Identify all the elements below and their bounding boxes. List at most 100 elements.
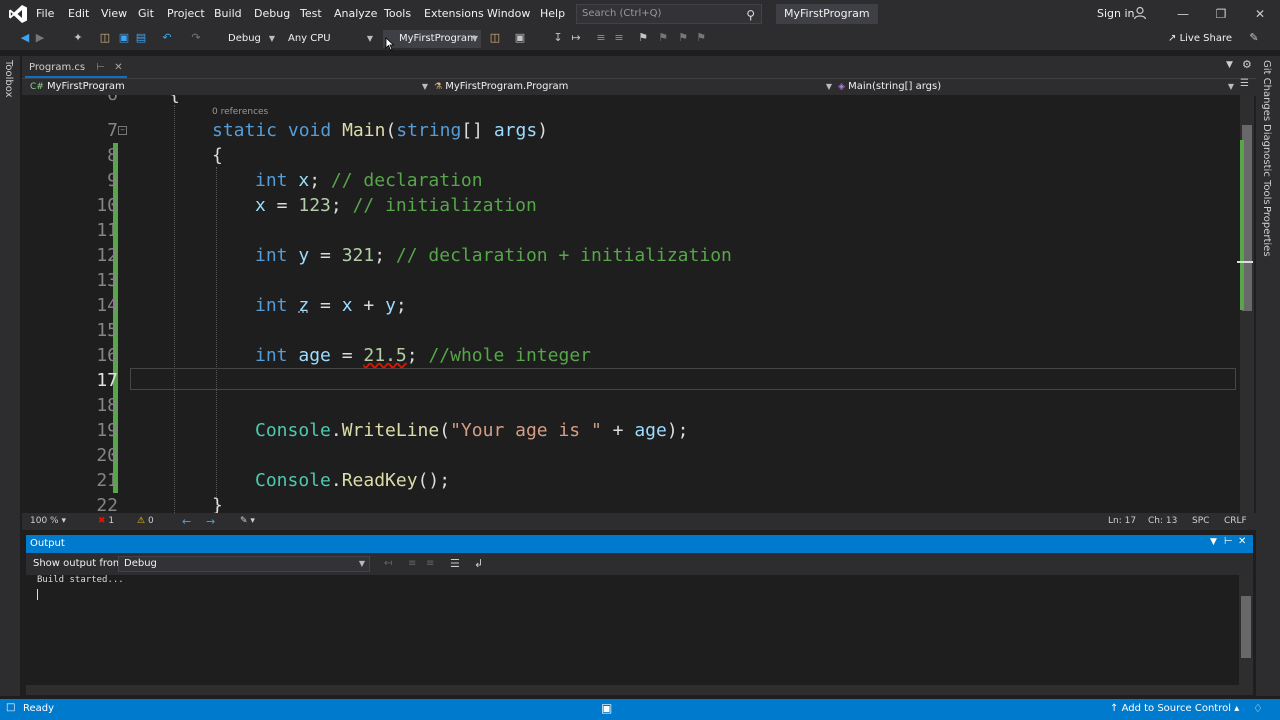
- menu-analyze[interactable]: Analyze: [329, 0, 382, 28]
- redo-icon[interactable]: ↷: [189, 31, 203, 45]
- notification-bell-icon[interactable]: ♢: [1253, 702, 1263, 715]
- tab-program-cs[interactable]: Program.cs ⊢ ✕: [25, 60, 127, 78]
- line-number: 11: [96, 220, 118, 241]
- next-message-icon[interactable]: ≡: [426, 558, 434, 569]
- step-over-icon[interactable]: ↦: [569, 31, 583, 45]
- diagnostic-tools-tab[interactable]: Diagnostic Tools: [1261, 124, 1272, 205]
- git-changes-tab[interactable]: Git Changes: [1261, 60, 1272, 121]
- warnings-indicator[interactable]: ⚠ 0: [137, 513, 154, 530]
- prev-message-icon[interactable]: ≡: [408, 558, 416, 569]
- browser-icon[interactable]: ▣: [513, 31, 527, 45]
- maximize-button[interactable]: ❐: [1201, 0, 1241, 28]
- nav-forward-icon[interactable]: →: [206, 513, 215, 530]
- output-panel-title: Output: [30, 538, 65, 549]
- line-indicator[interactable]: Ln: 17: [1108, 513, 1136, 530]
- properties-tab[interactable]: Properties: [1261, 206, 1272, 257]
- platform-dropdown[interactable]: Any CPU ▼: [282, 30, 376, 48]
- method-name: ReadKey: [341, 470, 418, 491]
- project-dropdown[interactable]: C# MyFirstProgram ▼: [30, 79, 428, 94]
- menu-file[interactable]: File: [31, 0, 59, 28]
- sign-in-link[interactable]: Sign in: [1097, 0, 1135, 28]
- menu-extensions[interactable]: Extensions: [419, 0, 489, 28]
- back-nav-icon[interactable]: ◀: [18, 31, 32, 45]
- visual-studio-logo-icon[interactable]: [8, 4, 28, 24]
- class-dropdown[interactable]: ⚗ MyFirstProgram.Program ▼: [434, 79, 832, 94]
- prev-bookmark-icon[interactable]: ⚑: [656, 31, 670, 45]
- clear-all-icon[interactable]: ☰: [450, 557, 460, 570]
- open-folder-icon[interactable]: ◫: [98, 31, 112, 45]
- toolbox-strip[interactable]: Toolbox: [0, 56, 20, 696]
- pin-panel-icon[interactable]: ⊢: [1224, 536, 1233, 547]
- zoom-dropdown[interactable]: 100 % ▾: [30, 513, 66, 530]
- menu-git[interactable]: Git: [133, 0, 159, 28]
- menu-help[interactable]: Help: [535, 0, 570, 28]
- menu-test[interactable]: Test: [295, 0, 327, 28]
- code-cleanup-icon[interactable]: ✎ ▾: [240, 513, 255, 530]
- tab-list-dropdown-icon[interactable]: ▼: [1226, 60, 1233, 70]
- parameter: args: [493, 120, 538, 141]
- code-line: static void Main(string[] args): [212, 120, 548, 141]
- find-message-icon[interactable]: ↤: [384, 558, 392, 569]
- minimize-button[interactable]: —: [1163, 0, 1203, 28]
- close-panel-icon[interactable]: ✕: [1238, 536, 1246, 547]
- pin-icon[interactable]: ⊢: [96, 62, 105, 73]
- indent-mode[interactable]: SPC: [1192, 513, 1209, 530]
- nav-project: MyFirstProgram: [47, 81, 125, 92]
- save-icon[interactable]: ▣: [117, 31, 131, 45]
- clear-bookmarks-icon[interactable]: ⚑: [694, 31, 708, 45]
- toolbox-tab[interactable]: Toolbox: [3, 60, 14, 98]
- menu-edit[interactable]: Edit: [63, 0, 94, 28]
- column-indicator[interactable]: Ch: 13: [1148, 513, 1177, 530]
- new-project-icon[interactable]: ✦: [71, 31, 85, 45]
- close-tab-icon[interactable]: ✕: [114, 62, 122, 73]
- live-share-button[interactable]: ↗ Live Share: [1168, 30, 1232, 48]
- code-editor[interactable]: – 0 references 6 7 8 9 10 11 12 13 14 15…: [22, 95, 1240, 513]
- save-all-icon[interactable]: ▤: [134, 31, 148, 45]
- bookmark-icon[interactable]: ⚑: [636, 31, 650, 45]
- account-icon[interactable]: [1133, 6, 1147, 20]
- zoom-level: 100 %: [30, 516, 59, 526]
- member-dropdown[interactable]: ◈ Main(string[] args) ▼: [838, 79, 1234, 94]
- output-horizontal-scrollbar[interactable]: [26, 685, 1253, 695]
- comment-icon[interactable]: ≡: [594, 31, 608, 45]
- solution-explorer-icon[interactable]: ◫: [488, 31, 502, 45]
- close-button[interactable]: ✕: [1240, 0, 1280, 28]
- punct: .: [330, 470, 342, 491]
- notifications-panel-icon[interactable]: ▣: [601, 701, 612, 715]
- line-number: 22: [96, 495, 118, 513]
- output-scroll-thumb[interactable]: [1241, 596, 1251, 658]
- uncomment-icon[interactable]: ≡: [612, 31, 626, 45]
- live-share-label: Live Share: [1179, 33, 1233, 44]
- feedback-icon[interactable]: ✎: [1247, 31, 1261, 45]
- line-ending[interactable]: CRLF: [1224, 513, 1247, 530]
- warning-icon: ⚠: [137, 516, 146, 526]
- nav-back-icon[interactable]: ←: [182, 513, 191, 530]
- output-text-area[interactable]: [26, 575, 1239, 685]
- split-window-icon[interactable]: ☰: [1240, 78, 1249, 89]
- search-input[interactable]: Search (Ctrl+Q) ⚲: [576, 4, 762, 24]
- menu-project[interactable]: Project: [162, 0, 210, 28]
- panel-options-icon[interactable]: ▼: [1210, 537, 1217, 547]
- menu-tools[interactable]: Tools: [379, 0, 416, 28]
- settings-gear-icon[interactable]: ⚙: [1242, 58, 1252, 71]
- start-debugging-button[interactable]: MyFirstProgram ▼: [383, 30, 481, 48]
- menu-build[interactable]: Build: [209, 0, 247, 28]
- menu-view[interactable]: View: [96, 0, 132, 28]
- next-bookmark-icon[interactable]: ⚑: [676, 31, 690, 45]
- codelens-references[interactable]: 0 references: [212, 107, 268, 117]
- collapse-icon[interactable]: –: [118, 126, 127, 135]
- undo-icon[interactable]: ↶: [160, 31, 174, 45]
- word-wrap-icon[interactable]: ↲: [474, 557, 483, 570]
- menu-debug[interactable]: Debug: [249, 0, 295, 28]
- output-source-dropdown[interactable]: Debug ▼: [118, 556, 370, 572]
- menu-window[interactable]: Window: [482, 0, 535, 28]
- error-number[interactable]: 21.5: [363, 345, 406, 366]
- punct: ): [537, 120, 549, 141]
- errors-indicator[interactable]: ✖ 1: [98, 513, 114, 530]
- operator: =: [309, 295, 342, 316]
- step-into-icon[interactable]: ↧: [551, 31, 565, 45]
- configuration-dropdown[interactable]: Debug ▼: [222, 30, 278, 48]
- operator: =: [309, 245, 342, 266]
- source-control-button[interactable]: ↑ Add to Source Control ▴: [1110, 703, 1239, 714]
- forward-nav-icon[interactable]: ▶: [33, 31, 47, 45]
